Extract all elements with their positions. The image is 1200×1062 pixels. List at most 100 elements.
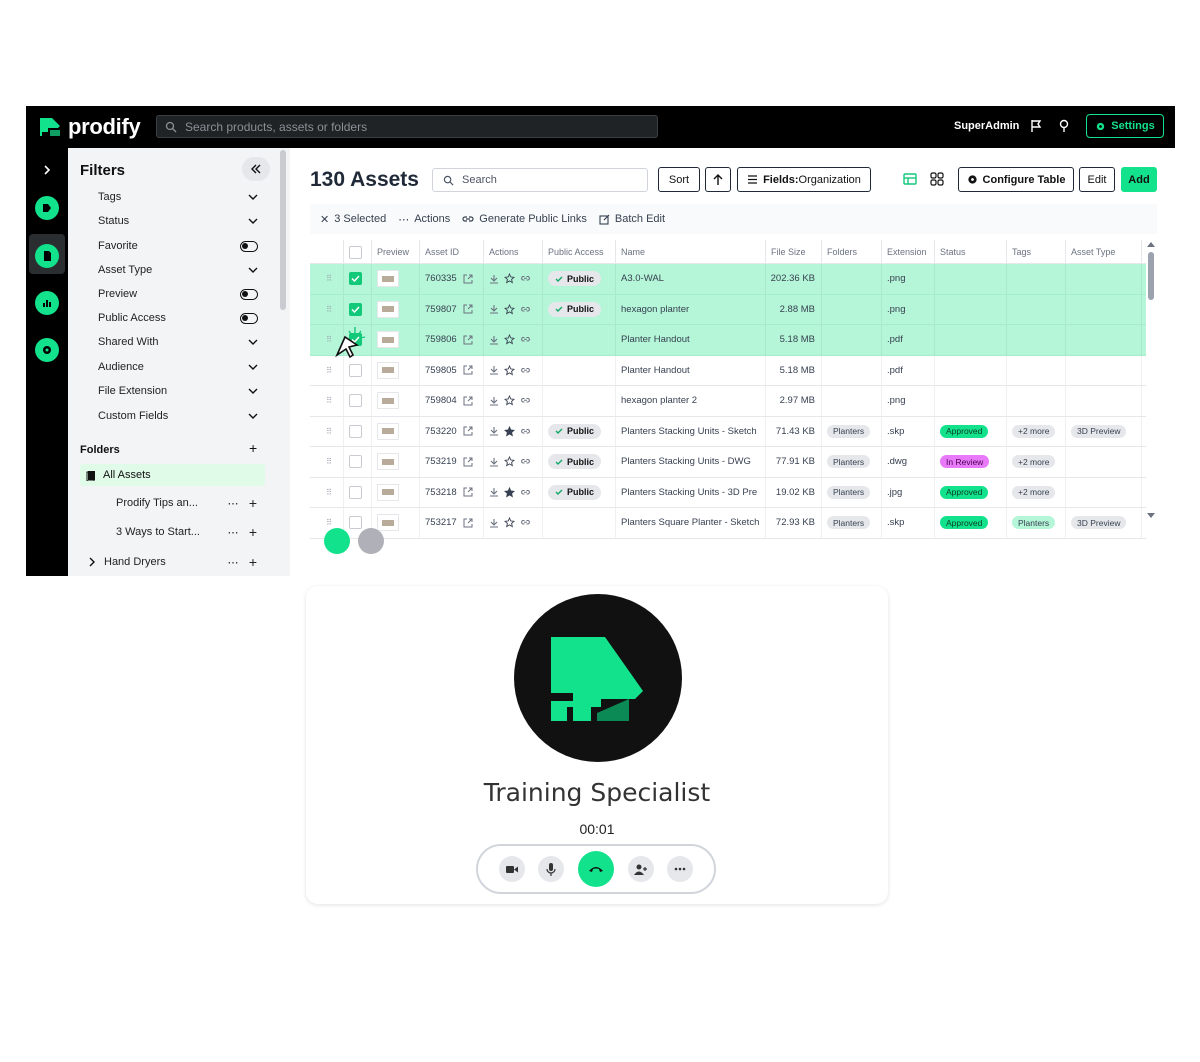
drag-handle-icon[interactable]: ⠿ [310, 416, 344, 446]
add-subfolder-icon[interactable]: + [243, 554, 263, 570]
download-icon[interactable] [489, 365, 499, 375]
link-icon[interactable] [520, 335, 531, 344]
table-row[interactable]: ⠿ 753218 Public Planters Stacking Units - 3… [310, 477, 1146, 508]
status-badge[interactable]: Approved [940, 516, 989, 530]
external-link-icon[interactable] [463, 335, 473, 345]
flag-icon[interactable] [1028, 118, 1044, 134]
folder-item[interactable]: Hand Dryers ⋯ + [86, 553, 263, 571]
tag-nav-icon[interactable] [35, 196, 59, 220]
drag-handle-icon[interactable]: ⠿ [310, 386, 344, 416]
link-icon[interactable] [520, 366, 531, 375]
external-link-icon[interactable] [463, 365, 473, 375]
gray-dot[interactable] [358, 528, 384, 554]
column-header[interactable]: Preview [372, 240, 420, 264]
video-button[interactable] [498, 856, 525, 882]
more-button[interactable] [667, 856, 694, 882]
actions-menu[interactable]: ⋯ Actions [398, 213, 450, 226]
download-icon[interactable] [489, 457, 499, 467]
column-header[interactable]: Extension [882, 240, 935, 264]
external-link-icon[interactable] [463, 518, 473, 528]
table-view-icon[interactable] [903, 172, 917, 186]
tag-badge[interactable]: +2 more [1012, 485, 1056, 499]
settings-nav-icon[interactable] [35, 338, 59, 362]
add-subfolder-icon[interactable]: + [243, 495, 263, 511]
download-icon[interactable] [489, 487, 499, 497]
preview-thumbnail[interactable] [377, 270, 399, 288]
status-badge[interactable]: Approved [940, 424, 989, 438]
asset-name[interactable]: Planters Stacking Units - 3D Pre [621, 487, 757, 498]
drag-handle-icon[interactable]: ⠿ [310, 294, 344, 324]
chevron-down-icon[interactable] [248, 218, 258, 225]
assets-nav-icon[interactable] [35, 244, 59, 268]
asset-name[interactable]: Planter Handout [621, 365, 690, 376]
filter-status[interactable]: Status [98, 212, 258, 230]
chevron-down-icon[interactable] [248, 364, 258, 371]
row-checkbox[interactable] [349, 302, 362, 316]
external-link-icon[interactable] [463, 396, 473, 406]
filter-shared-with[interactable]: Shared With [98, 333, 258, 351]
asset-name[interactable]: hexagon planter 2 [621, 395, 697, 406]
link-icon[interactable] [520, 488, 531, 497]
column-header[interactable]: Status [935, 240, 1007, 264]
toggle-switch[interactable] [240, 288, 258, 300]
analytics-nav-icon[interactable] [35, 291, 59, 315]
mute-button[interactable] [538, 856, 565, 882]
drag-handle-icon[interactable]: ⠿ [310, 264, 344, 294]
asset-name[interactable]: Planters Stacking Units - DWG [621, 456, 751, 467]
edit-button[interactable]: Edit [1079, 167, 1115, 192]
preview-thumbnail[interactable] [377, 422, 399, 440]
chevron-down-icon[interactable] [248, 388, 258, 395]
asset-type-badge[interactable]: 3D Preview [1071, 424, 1127, 438]
external-link-icon[interactable] [463, 487, 473, 497]
chevron-down-icon[interactable] [248, 413, 258, 420]
add-button[interactable]: Add [1121, 167, 1157, 192]
configure-table-button[interactable]: Configure Table [958, 167, 1074, 192]
table-row[interactable]: ⠿ 753219 Public Planters Stacking Units - D… [310, 447, 1146, 478]
preview-thumbnail[interactable] [377, 300, 399, 318]
generate-links-button[interactable]: Generate Public Links [462, 213, 587, 225]
table-row[interactable]: ⠿ 759804 hexagon planter 2 2.97 MB .png [310, 386, 1146, 417]
toggle-switch[interactable] [240, 240, 258, 252]
preview-thumbnail[interactable] [377, 392, 399, 410]
filter-custom-fields[interactable]: Custom Fields [98, 407, 258, 425]
row-checkbox[interactable] [349, 455, 362, 469]
link-icon[interactable] [520, 518, 531, 527]
batch-edit-button[interactable]: Batch Edit [599, 213, 665, 225]
column-header[interactable]: Public Access [543, 240, 616, 264]
asset-name[interactable]: hexagon planter [621, 304, 689, 315]
asset-type-badge[interactable]: 3D Preview [1071, 516, 1127, 530]
link-icon[interactable] [520, 457, 531, 466]
fields-button[interactable]: Fields: Organization [737, 167, 871, 192]
folder-item[interactable]: 3 Ways to Start... ⋯ + [116, 523, 263, 541]
scroll-down-icon[interactable] [1146, 512, 1156, 520]
toggle-switch[interactable] [240, 312, 258, 324]
column-header[interactable]: File Size [766, 240, 822, 264]
filter-public-access[interactable]: Public Access [98, 309, 258, 327]
preview-thumbnail[interactable] [377, 483, 399, 501]
filter-asset-type[interactable]: Asset Type [98, 261, 258, 279]
scroll-up-icon[interactable] [1146, 240, 1156, 248]
table-row[interactable]: ⠿ 759806 Planter Handout 5.18 MB .pdf [310, 325, 1146, 356]
lightbulb-icon[interactable] [1056, 118, 1072, 134]
external-link-icon[interactable] [463, 304, 473, 314]
asset-name[interactable]: Planter Handout [621, 334, 690, 345]
asset-name[interactable]: A3.0-WAL [621, 273, 664, 284]
preview-thumbnail[interactable] [377, 453, 399, 471]
sort-button[interactable]: Sort [658, 167, 700, 192]
chevron-right-icon[interactable] [86, 557, 98, 567]
grid-view-icon[interactable] [930, 172, 944, 186]
external-link-icon[interactable] [463, 457, 473, 467]
status-badge[interactable]: Approved [940, 485, 989, 499]
download-icon[interactable] [489, 274, 499, 284]
link-icon[interactable] [520, 427, 531, 436]
folder-badge[interactable]: Planters [827, 485, 871, 499]
link-icon[interactable] [520, 305, 531, 314]
asset-search-input[interactable]: Search [432, 168, 648, 192]
global-search[interactable]: Search products, assets or folders [156, 115, 658, 138]
preview-thumbnail[interactable] [377, 331, 399, 349]
logo[interactable]: prodify [38, 114, 141, 140]
tag-badge[interactable]: +2 more [1012, 455, 1056, 469]
green-dot[interactable] [324, 528, 350, 554]
filter-tags[interactable]: Tags [98, 188, 258, 206]
star-icon[interactable] [504, 517, 515, 528]
